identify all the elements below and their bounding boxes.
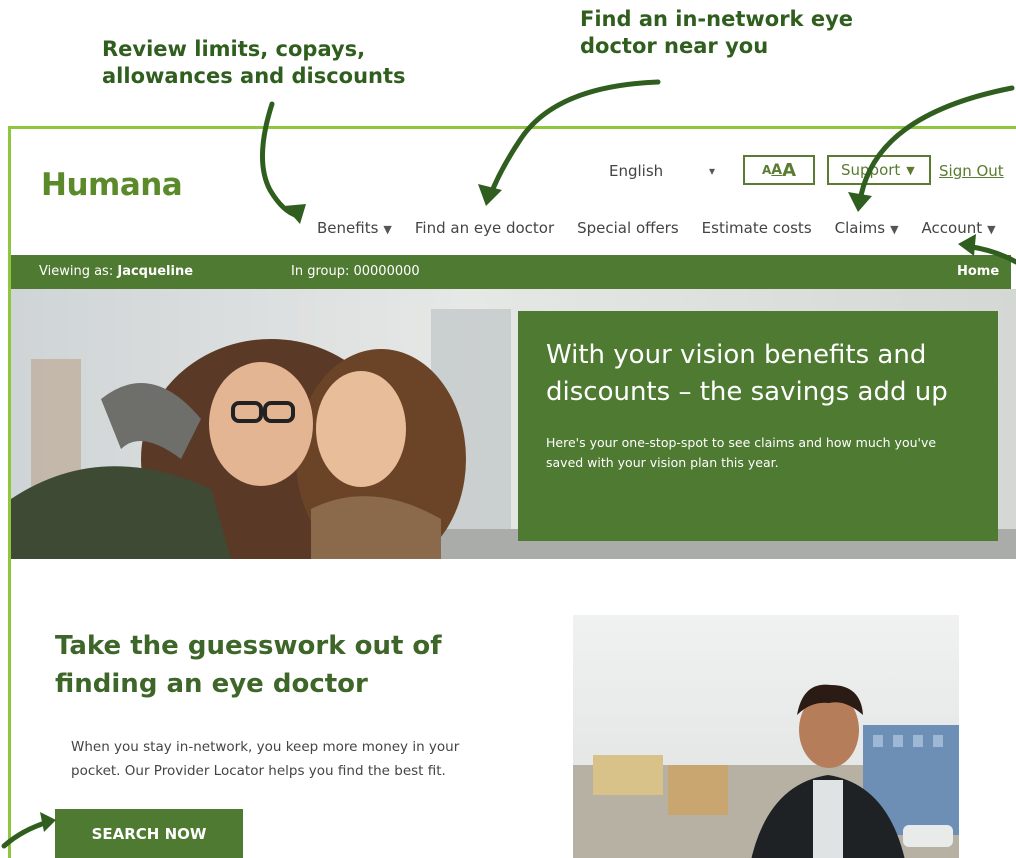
search-now-button[interactable]: SEARCH NOW xyxy=(55,809,243,858)
chevron-down-icon: ▼ xyxy=(987,223,996,236)
language-select[interactable]: English xyxy=(609,162,663,192)
chevron-down-icon: ▼ xyxy=(890,223,899,236)
viewing-as-name: Jacqueline xyxy=(117,264,194,279)
callout-benefits: Review limits, copays, allowances and di… xyxy=(102,37,406,88)
hero-message-card: With your vision benefits and discounts … xyxy=(518,311,998,541)
text-size-small: A xyxy=(761,163,772,177)
chevron-down-icon[interactable]: ▾ xyxy=(709,164,715,194)
section-title: Take the guesswork out of finding an eye… xyxy=(55,631,442,699)
group-label: In group: xyxy=(291,264,350,279)
nav-find-eye-doctor[interactable]: Find an eye doctor xyxy=(415,219,554,237)
hero-banner: With your vision benefits and discounts … xyxy=(11,289,1016,559)
nav-account[interactable]: Account ▼ xyxy=(922,219,996,237)
nav-estimate-costs[interactable]: Estimate costs xyxy=(702,219,812,237)
hero-subtitle: Here's your one-stop-spot to see claims … xyxy=(546,435,937,470)
main-nav: Benefits ▼ Find an eye doctor Special off… xyxy=(317,219,1016,237)
viewing-as: Viewing as: Jacqueline xyxy=(39,264,193,279)
nav-special-offers-label: Special offers xyxy=(577,219,679,237)
text-size-large: A xyxy=(782,159,797,181)
group-number: 00000000 xyxy=(353,264,420,279)
nav-benefits[interactable]: Benefits ▼ xyxy=(317,219,392,237)
section-body: When you stay in-network, you keep more … xyxy=(71,739,460,779)
site-frame: Humana English ▾ A A A Support ▼ Sign Ou… xyxy=(8,126,1016,858)
group-info: In group: 00000000 xyxy=(291,264,420,279)
chevron-down-icon: ▼ xyxy=(906,163,915,177)
man-smiling-photo xyxy=(573,615,959,858)
hero-title: With your vision benefits and discounts … xyxy=(546,340,948,407)
chevron-down-icon: ▼ xyxy=(383,223,392,236)
nav-account-label: Account xyxy=(921,219,983,237)
member-info-bar: Viewing as: Jacqueline In group: 0000000… xyxy=(11,255,1011,289)
nav-claims-label: Claims xyxy=(834,219,886,237)
nav-estimate-costs-label: Estimate costs xyxy=(701,219,812,237)
nav-claims[interactable]: Claims ▼ xyxy=(835,219,899,237)
support-label: Support xyxy=(841,161,901,179)
home-link[interactable]: Home xyxy=(957,264,999,279)
text-size-button[interactable]: A A A xyxy=(743,155,815,185)
nav-benefits-label: Benefits xyxy=(317,219,379,237)
nav-find-eye-doctor-label: Find an eye doctor xyxy=(414,219,555,237)
sign-out-link[interactable]: Sign Out xyxy=(939,162,1004,192)
callout-find-doctor: Find an in-network eye doctor near you xyxy=(580,7,853,58)
viewing-as-label: Viewing as: xyxy=(39,264,114,279)
text-size-medium: A xyxy=(771,162,783,178)
nav-special-offers[interactable]: Special offers xyxy=(577,219,679,237)
humana-logo[interactable]: Humana xyxy=(41,167,183,203)
support-menu-button[interactable]: Support ▼ xyxy=(827,155,931,185)
